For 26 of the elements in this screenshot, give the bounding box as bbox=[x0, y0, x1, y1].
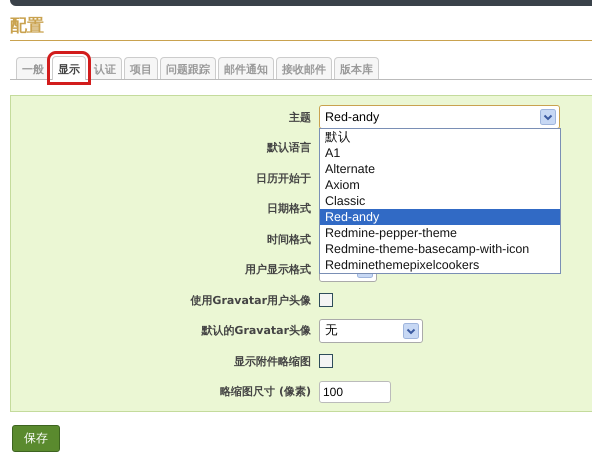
save-button[interactable]: 保存 bbox=[12, 425, 60, 452]
field-label: 用户显示格式 bbox=[244, 262, 312, 278]
field-label: 使用Gravatar用户头像 bbox=[189, 292, 312, 308]
field-label: 时间格式 bbox=[266, 232, 312, 247]
dropdown-option[interactable]: A1 bbox=[320, 145, 560, 162]
checkbox[interactable] bbox=[319, 354, 333, 368]
dropdown-option[interactable]: Redmine-pepper-theme bbox=[320, 225, 560, 242]
dropdown-option[interactable]: Classic bbox=[320, 193, 560, 210]
dropdown-option[interactable]: 默认 bbox=[320, 129, 560, 146]
checkbox[interactable] bbox=[319, 293, 333, 308]
dropdown-option[interactable]: Redminethemepixelcookers bbox=[320, 257, 560, 274]
dropdown-field[interactable]: 无 bbox=[319, 318, 423, 343]
size-input[interactable]: 100 bbox=[319, 380, 391, 403]
field-label: 显示附件略缩图 bbox=[233, 354, 312, 369]
field-label: 默认语言 bbox=[266, 140, 312, 156]
field-label: 略缩图尺寸 (像素) bbox=[219, 384, 312, 400]
dropdown-option[interactable]: Axiom bbox=[320, 177, 560, 194]
field-label: 主题 bbox=[288, 110, 312, 125]
page-title: 配置 bbox=[10, 14, 592, 41]
dropdown-field[interactable]: Red-andy bbox=[319, 105, 560, 130]
field-label: 默认的Gravatar头像 bbox=[200, 323, 312, 338]
dropdown-option[interactable]: Redmine-theme-basecamp-with-icon bbox=[320, 241, 560, 258]
dropdown-option[interactable]: Red-andy bbox=[320, 209, 560, 226]
field-label: 日历开始于 bbox=[255, 170, 312, 186]
dropdown-option[interactable]: Alternate bbox=[320, 161, 560, 178]
field-label: 日期格式 bbox=[266, 201, 312, 216]
